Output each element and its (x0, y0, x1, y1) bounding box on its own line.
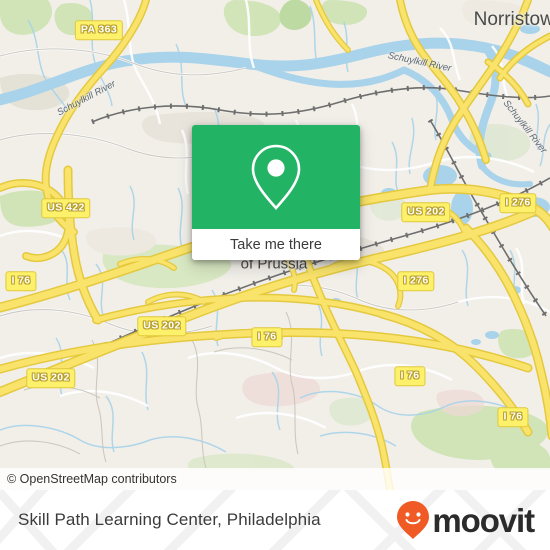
location-popup-card[interactable]: Take me there (192, 125, 360, 260)
highway-shield-pa-363: PA 363 (74, 20, 124, 40)
attribution-text: © OpenStreetMap contributors (7, 472, 177, 486)
popup-image-placeholder (192, 125, 360, 229)
highway-shield-i-76: I 76 (497, 407, 529, 427)
moovit-wordmark: moovit (432, 501, 535, 539)
highway-shield-us-202: US 202 (137, 316, 187, 336)
highway-shield-us-422: US 422 (41, 198, 91, 218)
moovit-logo[interactable]: moovit (396, 500, 535, 540)
highway-shield-us-202: US 202 (401, 202, 451, 222)
highway-shield-i-76: I 76 (5, 271, 37, 291)
highway-shield-i-276: I 276 (397, 271, 435, 291)
page-title: Skill Path Learning Center, Philadelphia (18, 510, 321, 529)
moovit-pin-icon (397, 501, 430, 539)
highway-shield-i-276: I 276 (499, 193, 537, 213)
highway-shield-i-76: I 76 (251, 327, 283, 347)
take-me-there-button[interactable]: Take me there (192, 229, 360, 260)
place-label-norristown: Norristown (473, 9, 550, 30)
highway-shield-i-76: I 76 (394, 366, 426, 386)
map-attribution: © OpenStreetMap contributors (0, 468, 550, 490)
page-footer: Skill Path Learning Center, Philadelphia… (0, 490, 550, 550)
map-pin-icon (251, 144, 301, 210)
highway-shield-us-202: US 202 (26, 368, 76, 388)
moovit-map-page: Schuylkill River Schuylkill River Schuyl… (0, 0, 550, 550)
map-canvas[interactable]: Schuylkill River Schuylkill River Schuyl… (0, 0, 550, 490)
